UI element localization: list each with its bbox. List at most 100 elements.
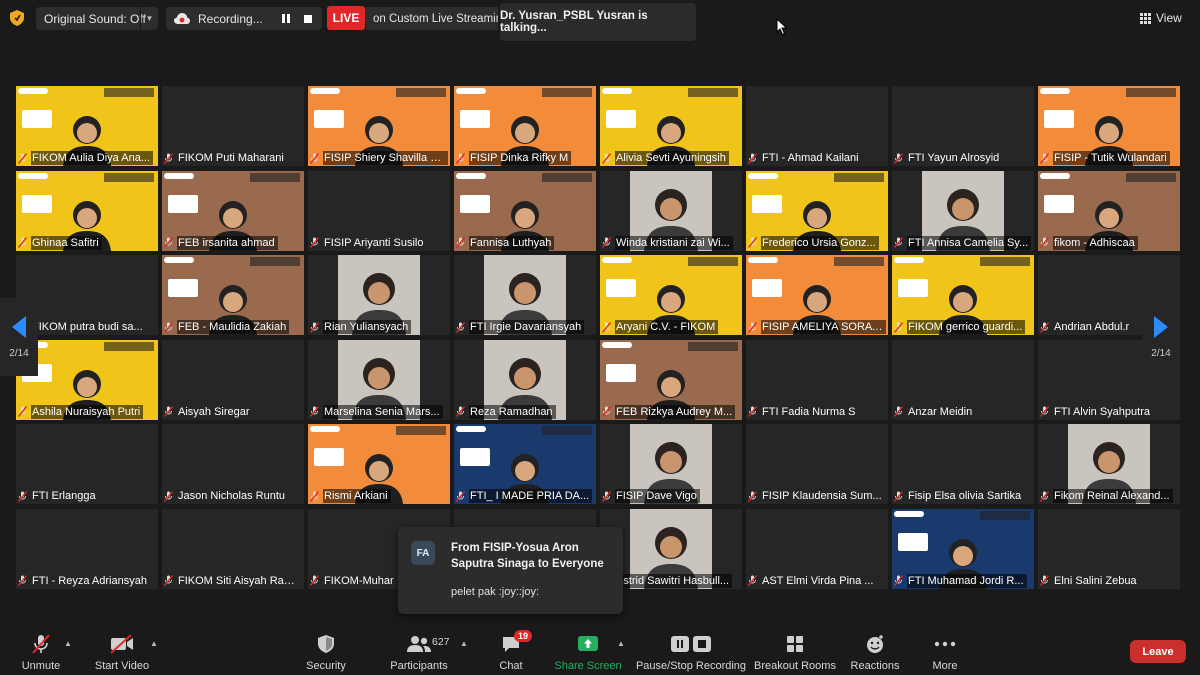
stop-recording-icon[interactable] xyxy=(304,14,312,23)
participant-tile[interactable]: FTI Annisa Camelia Sy... xyxy=(892,170,1034,251)
participant-tile[interactable]: FEB Rizkya Audrey M... xyxy=(600,339,742,420)
slide-header xyxy=(104,88,154,97)
participant-name-text: FTI_ I MADE PRIA DA... xyxy=(469,489,593,503)
participant-name-text: Rismi Arkiani xyxy=(323,489,391,503)
chat-message: pelet pak :joy::joy: xyxy=(451,586,540,598)
participant-tile[interactable]: fikom - Adhiscaa xyxy=(1038,170,1180,251)
participant-name-text: FEB Rizkya Audrey M... xyxy=(615,404,736,419)
participant-name: FTI Fadia Nurma S xyxy=(748,405,886,419)
participant-name-text: Andrian Abdul.r xyxy=(1054,321,1130,333)
participant-tile[interactable]: FTI Muhamad Jordi R... xyxy=(892,508,1034,589)
participant-tile[interactable]: Jason Nicholas Runtu xyxy=(162,424,304,504)
participant-tile[interactable]: Fikom Reinal Alexand... xyxy=(1038,424,1180,504)
leave-button[interactable]: Leave xyxy=(1130,640,1186,663)
participant-tile[interactable]: FIKOM Aulia Diya Ana... xyxy=(16,86,158,166)
next-page-button[interactable]: 2/14 xyxy=(1142,298,1180,376)
participant-tile[interactable]: Aryani C.V. - FIKOM xyxy=(600,255,742,335)
participant-tile[interactable]: Aisyah Siregar xyxy=(162,339,304,420)
participant-tile[interactable]: Frederico Ursia Gonz... xyxy=(746,170,888,251)
participant-name: Aryani C.V. - FIKOM xyxy=(602,320,740,334)
chevron-down-icon[interactable]: ▼ xyxy=(140,7,158,30)
slide-header xyxy=(396,426,446,435)
start-video-button[interactable]: Start Video xyxy=(92,627,152,675)
participant-tile[interactable]: Alivia Sevti Ayuningsih xyxy=(600,86,742,166)
participant-tile[interactable]: FTI Erlangga xyxy=(16,424,158,504)
previous-page-button[interactable]: 2/14 xyxy=(0,298,38,376)
participant-tile[interactable]: Anzar Meidin xyxy=(892,339,1034,420)
participant-tile[interactable]: FISIP Klaudensia Sum... xyxy=(746,424,888,504)
participant-tile[interactable]: FEB - Maulidia Zakiah xyxy=(162,255,304,335)
original-sound-button[interactable]: Original Sound: Off ▼ xyxy=(36,7,158,30)
participant-name: Jason Nicholas Runtu xyxy=(164,489,302,503)
participant-tile[interactable]: FEB irsanita ahmad xyxy=(162,170,304,251)
participant-tile[interactable]: Fannisa Luthyah xyxy=(454,170,596,251)
participant-name: Ghinaa Safitri xyxy=(18,235,156,250)
participant-tile[interactable]: Reza Ramadhan xyxy=(454,339,596,420)
participant-name: Rismi Arkiani xyxy=(310,489,448,503)
slide-textbox xyxy=(168,279,198,297)
participant-tile[interactable]: FISIP AMELIYA SORAYA xyxy=(746,255,888,335)
participant-tile[interactable]: FIKOM gerrico guardi... xyxy=(892,255,1034,335)
slide-logo xyxy=(310,426,340,432)
participant-name-text: FIKOM putra budi sa... xyxy=(32,321,143,333)
slide-header xyxy=(542,426,592,435)
microphone-muted-icon xyxy=(456,152,465,164)
participant-tile[interactable]: Elni Salini Zebua xyxy=(1038,508,1180,589)
share-screen-button[interactable]: Share Screen xyxy=(554,627,622,675)
participants-button[interactable]: Participants xyxy=(388,627,450,675)
view-label: View xyxy=(1156,11,1182,25)
participant-tile[interactable]: FTI_ I MADE PRIA DA... xyxy=(454,424,596,504)
participant-tile[interactable]: FISIP Shiery Shavilla L... xyxy=(308,86,450,166)
pause-recording-icon[interactable] xyxy=(282,14,290,23)
security-button[interactable]: Security xyxy=(304,627,348,675)
start-video-label: Start Video xyxy=(94,660,150,672)
participant-name-text: Elni Salini Zebua xyxy=(1054,574,1137,587)
participant-tile[interactable]: FIKOM Siti Aisyah Ran... xyxy=(162,508,304,589)
arrow-right-icon xyxy=(1154,315,1168,338)
participant-tile[interactable]: FTI - Ahmad Kailani xyxy=(746,86,888,166)
participant-tile[interactable]: FISIP Dave Vigo xyxy=(600,424,742,504)
participant-tile[interactable]: FIKOM Puti Maharani xyxy=(162,86,304,166)
shield-icon[interactable] xyxy=(10,10,24,26)
view-button[interactable]: View xyxy=(1140,8,1190,28)
participant-tile[interactable]: FISIP Ariyanti Susilo xyxy=(308,170,450,251)
participant-tile[interactable]: Fisip Elsa olivia Sartika xyxy=(892,424,1034,504)
more-label: More xyxy=(932,660,958,672)
slide-textbox xyxy=(606,363,636,382)
more-button[interactable]: More xyxy=(930,627,960,675)
active-speaker-banner: Dr. Yusran_PSBL Yusran is talking... xyxy=(500,3,696,41)
slide-header xyxy=(396,88,446,97)
unmute-button[interactable]: Unmute xyxy=(18,627,64,675)
live-badge[interactable]: LIVE xyxy=(327,6,365,30)
microphone-muted-icon xyxy=(1040,575,1049,586)
participant-tile[interactable]: FTI Yayun Alrosyid xyxy=(892,86,1034,166)
participants-options-chevron-icon[interactable]: ▲ xyxy=(460,639,468,648)
share-options-chevron-icon[interactable]: ▲ xyxy=(617,639,625,648)
participant-tile[interactable]: FTI - Reyza Adriansyah xyxy=(16,508,158,589)
participant-tile[interactable]: FTI Irgie Davariansyah xyxy=(454,255,596,335)
participant-tile[interactable]: FTI Fadia Nurma S xyxy=(746,339,888,420)
participants-icon xyxy=(407,636,431,652)
participant-tile[interactable]: Marselina Senia Mars... xyxy=(308,339,450,420)
participant-tile[interactable]: Rismi Arkiani xyxy=(308,424,450,504)
slide-textbox xyxy=(460,110,490,128)
audio-options-chevron-icon[interactable]: ▲ xyxy=(64,639,72,648)
microphone-muted-icon xyxy=(1040,237,1049,248)
participant-tile[interactable]: FISIP - Tutik Wulandari xyxy=(1038,86,1180,166)
pause-stop-recording-button[interactable]: Pause/Stop Recording xyxy=(636,627,746,675)
participant-name: Fannisa Luthyah xyxy=(456,235,594,250)
participant-tile[interactable]: Winda kristiani zai Wi... xyxy=(600,170,742,251)
video-options-chevron-icon[interactable]: ▲ xyxy=(150,639,158,648)
participant-name: FISIP Dave Vigo xyxy=(602,489,740,503)
original-sound-label: Original Sound: Off xyxy=(44,11,146,26)
participant-tile[interactable]: FISIP Dinka Rifky M xyxy=(454,86,596,166)
slide-logo xyxy=(748,172,778,179)
microphone-muted-icon xyxy=(18,406,27,417)
participant-tile[interactable]: Rian Yuliansyach xyxy=(308,255,450,335)
microphone-muted-icon xyxy=(894,152,903,164)
participant-tile[interactable]: Ghinaa Safitri xyxy=(16,170,158,251)
reactions-button[interactable]: Reactions xyxy=(850,627,900,675)
breakout-rooms-button[interactable]: Breakout Rooms xyxy=(754,627,836,675)
participant-tile[interactable]: AST Elmi Virda Pina ... xyxy=(746,508,888,589)
chat-notification[interactable]: FA From FISIP-Yosua Aron Saputra Sinaga … xyxy=(398,527,623,614)
